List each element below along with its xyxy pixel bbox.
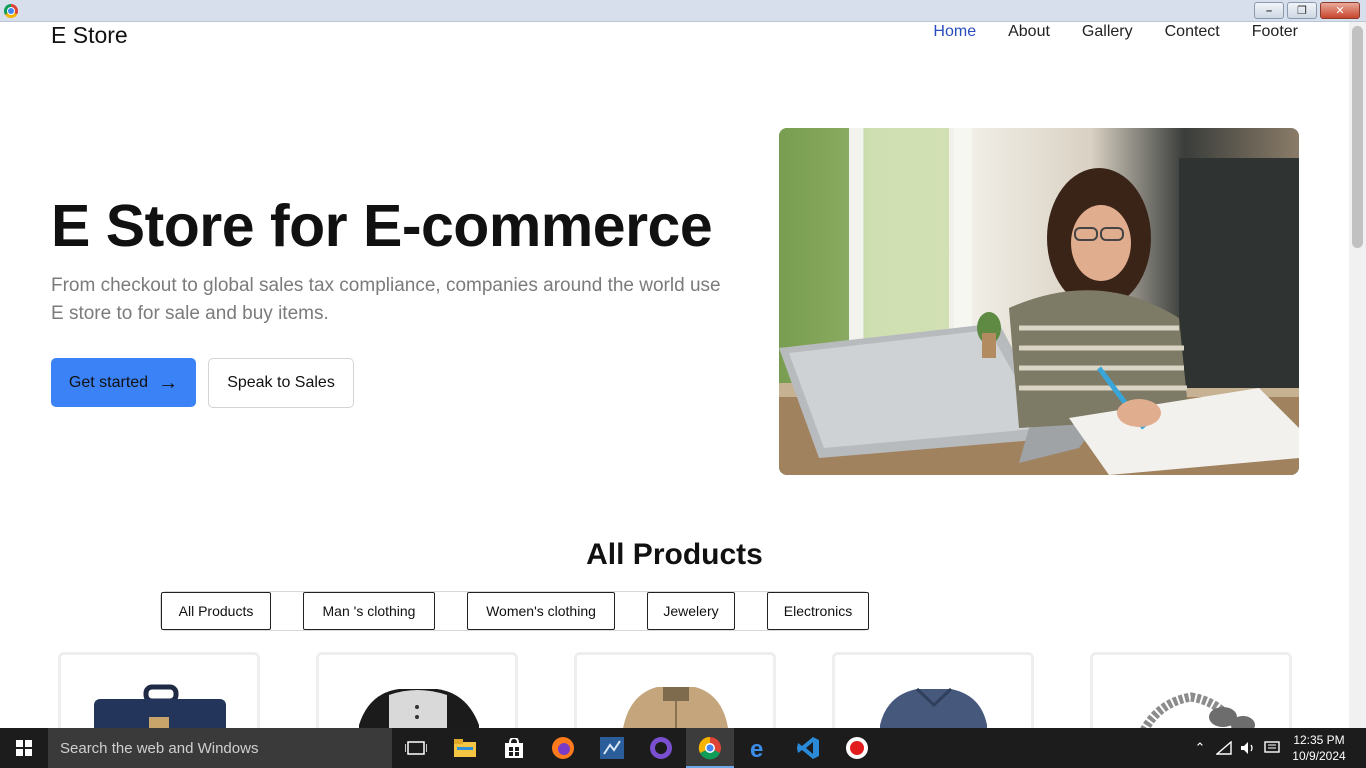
windows-taskbar: Search the web and Windows e ⌃ 12:35 PM … [0, 728, 1366, 768]
minimize-button[interactable]: – [1254, 2, 1284, 19]
windows-logo-icon [16, 740, 32, 756]
recorder-icon [846, 737, 868, 759]
vscode-icon [797, 737, 819, 759]
clock-time: 12:35 PM [1293, 733, 1345, 747]
firefox-button[interactable] [539, 728, 587, 768]
file-explorer-button[interactable] [441, 728, 489, 768]
filter-mens-clothing[interactable]: Man 's clothing [303, 592, 435, 630]
product-card-bracelet[interactable] [1090, 652, 1292, 728]
filter-all-products[interactable]: All Products [161, 592, 271, 630]
vertical-scrollbar[interactable] [1349, 22, 1366, 728]
raglan-shirt-image [359, 689, 479, 728]
store-button[interactable] [490, 728, 538, 768]
get-started-label: Get started [68, 373, 149, 391]
arrow-right-icon: → [158, 371, 179, 394]
edge-icon: e [750, 736, 763, 760]
backpack-image [94, 684, 226, 728]
show-desktop-button[interactable] [1354, 728, 1366, 768]
github-desktop-button[interactable] [637, 728, 685, 768]
screen-recorder-button[interactable] [833, 728, 881, 768]
product-card-shirt[interactable] [316, 652, 518, 728]
jacket-image [623, 687, 729, 728]
hero-subtitle: From checkout to global sales tax compli… [51, 275, 721, 324]
edge-button[interactable]: e [735, 728, 783, 768]
file-explorer-icon [454, 739, 476, 757]
main-nav: Home About Gallery Contect Footer [933, 23, 1298, 41]
filter-electronics[interactable]: Electronics [767, 592, 869, 630]
filter-womens-clothing[interactable]: Women's clothing [467, 592, 615, 630]
nav-about[interactable]: About [1008, 23, 1050, 41]
minimize-icon: – [1265, 4, 1273, 17]
store-icon [505, 738, 523, 758]
start-button[interactable] [0, 728, 48, 768]
window-controls: – ❐ ✕ [1254, 2, 1360, 19]
task-view-button[interactable] [392, 728, 440, 768]
nav-contact[interactable]: Contect [1165, 23, 1220, 41]
hero-title: E Store for E-commerce [51, 193, 713, 259]
volume-icon[interactable] [1236, 728, 1260, 768]
vscode-button[interactable] [784, 728, 832, 768]
clock-date: 10/9/2024 [1292, 749, 1346, 763]
nav-gallery[interactable]: Gallery [1082, 23, 1133, 41]
close-button[interactable]: ✕ [1320, 2, 1360, 19]
chevron-up-icon: ⌃ [1194, 740, 1206, 755]
sql-server-icon [600, 737, 624, 759]
page-viewport: E Store Home About Gallery Contect Foote… [0, 22, 1349, 728]
show-hidden-icons-button[interactable]: ⌃ [1188, 728, 1212, 768]
product-card-tshirt[interactable] [832, 652, 1034, 728]
restore-button[interactable]: ❐ [1287, 2, 1317, 19]
blue-tshirt-image [880, 687, 987, 728]
close-icon: ✕ [1335, 5, 1345, 17]
chrome-icon [698, 736, 721, 760]
product-card-jacket[interactable] [574, 652, 776, 728]
scrollbar-thumb[interactable] [1352, 26, 1363, 248]
product-card-backpack[interactable] [58, 652, 260, 728]
dragon-bracelet-image [1140, 692, 1255, 728]
brand-logo[interactable]: E Store [51, 22, 128, 49]
taskbar-clock[interactable]: 12:35 PM 10/9/2024 [1284, 732, 1354, 764]
firefox-icon [552, 737, 574, 759]
github-icon [650, 737, 672, 759]
window-titlebar: – ❐ ✕ [0, 0, 1366, 22]
svg-text:e: e [750, 736, 763, 760]
notifications-icon[interactable] [1260, 728, 1284, 768]
hero-image [779, 128, 1299, 475]
system-tray: ⌃ 12:35 PM 10/9/2024 [1188, 728, 1366, 768]
task-view-icon [405, 741, 427, 755]
chrome-button[interactable] [686, 728, 734, 768]
network-icon[interactable] [1212, 728, 1236, 768]
taskbar-search-box[interactable]: Search the web and Windows [48, 728, 392, 768]
chrome-app-icon [4, 4, 18, 18]
filter-jewelery[interactable]: Jewelery [647, 592, 735, 630]
nav-home[interactable]: Home [933, 23, 976, 41]
sql-server-button[interactable] [588, 728, 636, 768]
get-started-button[interactable]: Get started → [51, 358, 196, 407]
products-title: All Products [586, 538, 763, 571]
category-filter-bar: All Products Man 's clothing Women's clo… [160, 591, 869, 631]
nav-footer[interactable]: Footer [1252, 23, 1298, 41]
speak-to-sales-button[interactable]: Speak to Sales [208, 358, 354, 408]
woman-laptop-illustration [779, 128, 1299, 475]
restore-icon: ❐ [1297, 5, 1307, 17]
